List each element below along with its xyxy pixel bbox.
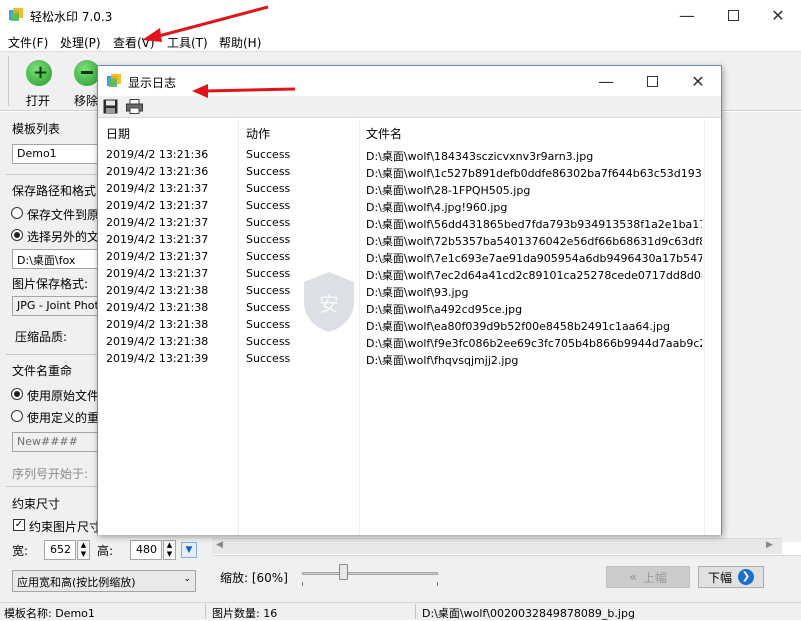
annotation-arrows <box>142 5 296 98</box>
red-arrow-dialog-title <box>192 84 296 98</box>
red-arrow-menu-view <box>142 5 269 42</box>
